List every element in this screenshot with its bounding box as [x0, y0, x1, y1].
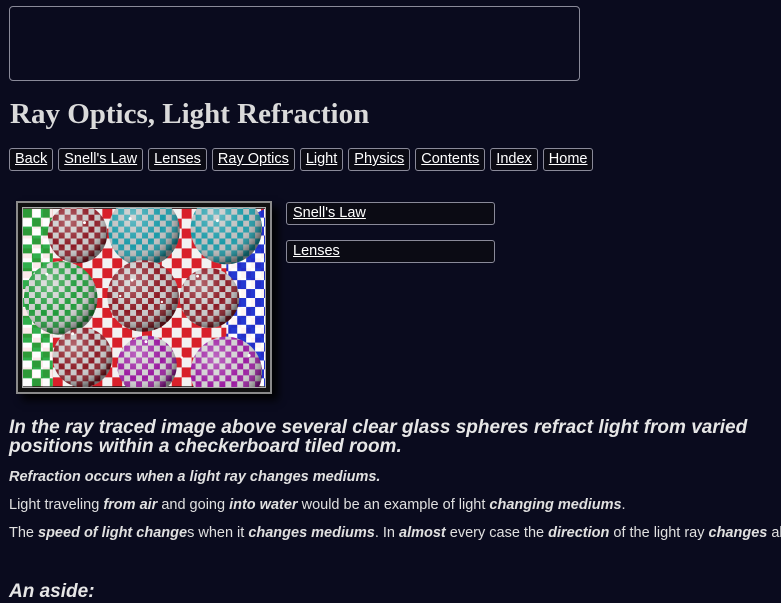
nav-back-link[interactable]: Back: [9, 148, 54, 171]
nav-index-link[interactable]: Index: [490, 148, 538, 171]
side-lenses-link[interactable]: Lenses: [286, 240, 495, 263]
nav-physics-link[interactable]: Physics: [348, 148, 411, 171]
text-span: . In: [374, 525, 400, 541]
emphasis-changing-mediums: changing mediums: [489, 497, 622, 513]
nav-contents-link[interactable]: Contents: [415, 148, 486, 171]
emphasis-speed-of-light: speed of light change: [38, 525, 188, 541]
side-links: Snell's Law Lenses: [286, 202, 495, 278]
emphasis-changes: changes: [708, 525, 768, 541]
nav-bar: Back Snell's Law Lenses Ray Optics Light…: [9, 148, 594, 171]
image-caption: In the ray traced image above several cl…: [9, 417, 748, 457]
paragraph-refraction-definition: Refraction occurs when a light ray chang…: [9, 469, 381, 485]
emphasis-changes-mediums: changes mediums: [248, 525, 375, 541]
page-title: Ray Optics, Light Refraction: [10, 98, 370, 130]
text-span: The: [9, 525, 39, 541]
text-span: would be an example of light: [297, 497, 490, 513]
ray-traced-spheres-illustration: [23, 208, 265, 387]
text-span: s when it: [187, 525, 249, 541]
emphasis-direction: direction: [548, 525, 610, 541]
text-span: .: [621, 497, 626, 513]
text-span: also.: [771, 525, 781, 541]
side-snells-law-link[interactable]: Snell's Law: [286, 202, 495, 225]
paragraph-changing-mediums: Light traveling from air and going into …: [9, 497, 626, 513]
nav-lenses-link[interactable]: Lenses: [148, 148, 207, 171]
nav-snells-law-link[interactable]: Snell's Law: [58, 148, 144, 171]
text-span: of the light ray: [609, 525, 709, 541]
top-banner-box: [9, 6, 580, 81]
emphasis-almost: almost: [399, 525, 446, 541]
text-span: Light traveling: [9, 497, 104, 513]
nav-ray-optics-link[interactable]: Ray Optics: [211, 148, 295, 171]
ray-traced-spheres-image: [16, 201, 272, 394]
paragraph-speed-of-light: The speed of light changes when it chang…: [9, 525, 781, 541]
emphasis-from-air: from air: [103, 497, 158, 513]
nav-home-link[interactable]: Home: [542, 148, 594, 171]
emphasis-into-water: into water: [229, 497, 298, 513]
text-span: and going: [157, 497, 230, 513]
text-span: every case the: [445, 525, 549, 541]
nav-light-link[interactable]: Light: [299, 148, 344, 171]
